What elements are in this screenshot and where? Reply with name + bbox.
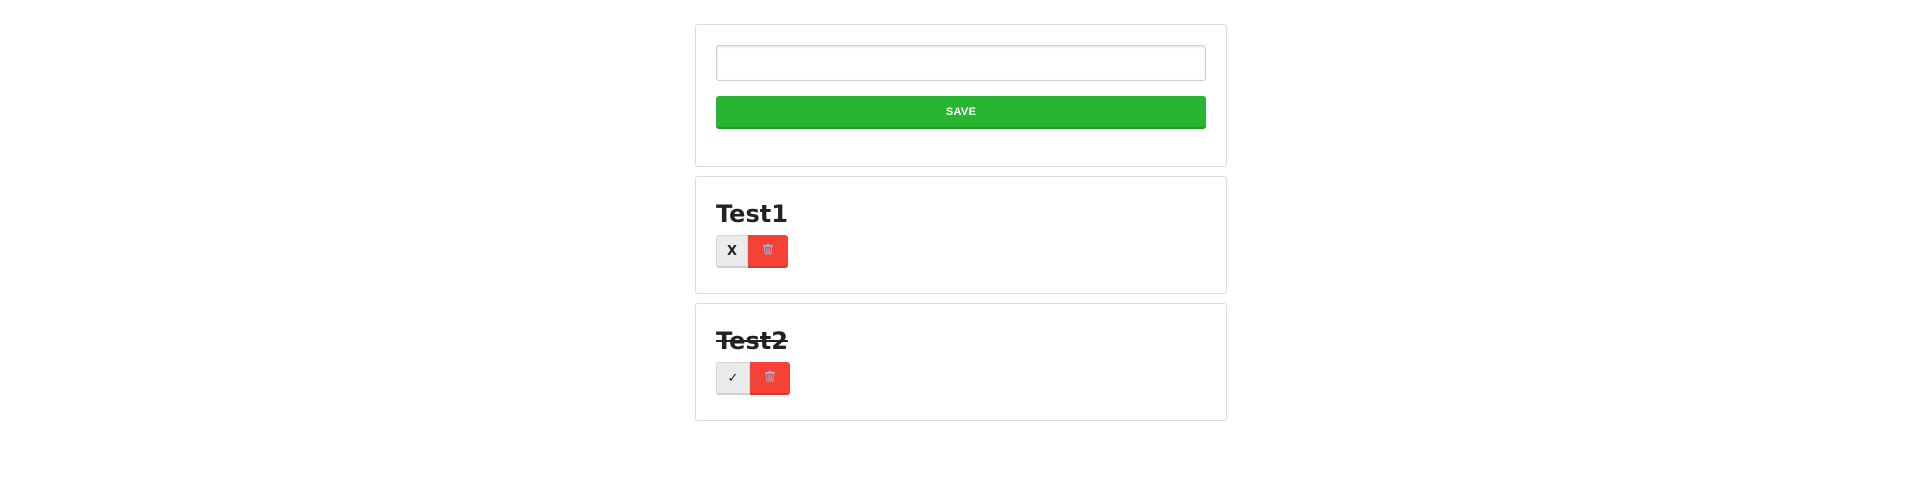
todo-text-input[interactable] <box>716 45 1206 81</box>
save-button[interactable]: SAVE <box>716 96 1206 129</box>
delete-button[interactable] <box>750 362 790 395</box>
todo-actions: X <box>716 235 1206 268</box>
todo-title: Test1 <box>716 200 788 228</box>
mark-undone-button[interactable]: X <box>716 235 748 268</box>
todo-actions: ✓ <box>716 362 1206 395</box>
todo-item: Test2 ✓ <box>695 303 1227 421</box>
new-todo-form: SAVE <box>695 24 1227 167</box>
todo-title: Test2 <box>716 327 788 355</box>
mark-done-button[interactable]: ✓ <box>716 362 750 395</box>
trash-icon <box>764 369 776 387</box>
delete-button[interactable] <box>748 235 788 268</box>
trash-icon <box>762 242 774 260</box>
todo-item: Test1 X <box>695 176 1227 294</box>
todo-app: SAVE Test1 X Test2 ✓ <box>695 24 1227 421</box>
